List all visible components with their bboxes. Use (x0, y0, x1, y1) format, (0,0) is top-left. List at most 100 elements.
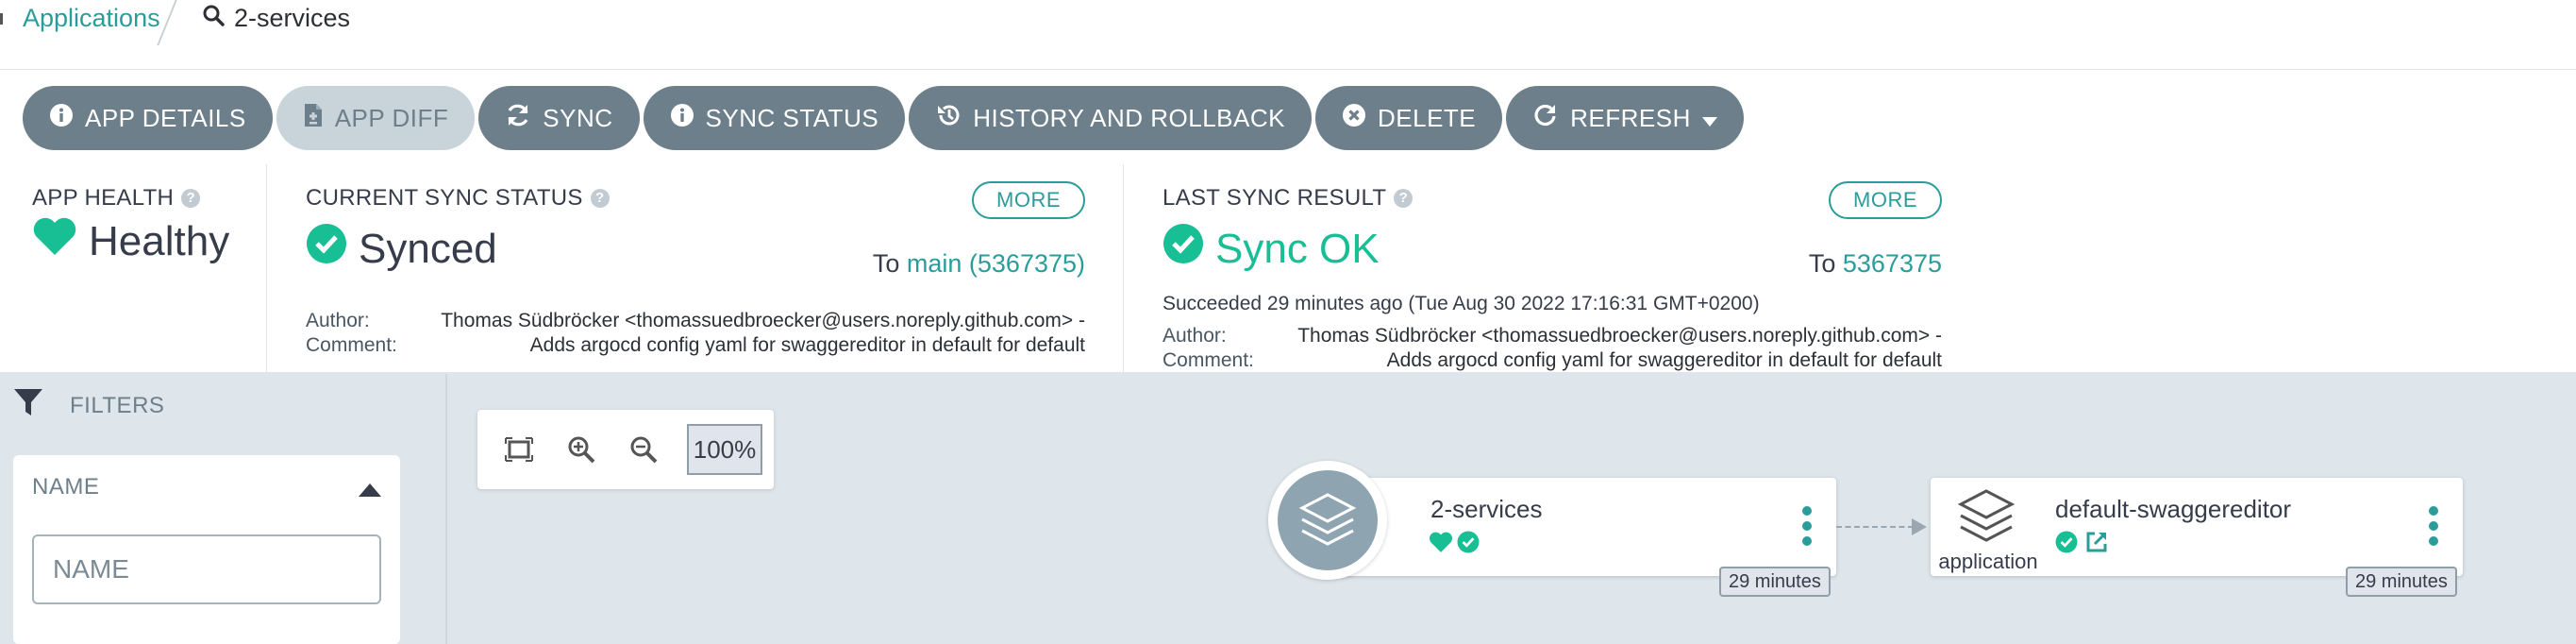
resource-tree-area: FILTERS NAME 100% 2-services 29 (0, 374, 2576, 644)
current-sync-comment: Adds argocd config yaml for swaggeredito… (529, 334, 1085, 356)
refresh-icon (1532, 102, 1559, 135)
external-link-icon[interactable] (2085, 531, 2108, 558)
fit-icon[interactable] (500, 431, 538, 468)
current-sync-target: To main (5367375) (873, 249, 1085, 279)
breadcrumb-applications-link[interactable]: Applications (23, 4, 160, 33)
to-label: To (1808, 249, 1836, 278)
comment-label: Comment: (306, 334, 397, 356)
help-icon[interactable]: ? (181, 189, 201, 208)
last-sync-author-row: Author: Thomas Südbröcker <thomassuedbro… (1163, 325, 1942, 347)
divider (266, 164, 267, 374)
file-diff-icon (303, 103, 324, 134)
current-sync-section: CURRENT SYNC STATUS ? MORE Synced To mai… (306, 181, 1085, 364)
search-icon (202, 4, 225, 33)
last-sync-comment-row: Comment: Adds argocd config yaml for swa… (1163, 349, 1942, 372)
check-circle-icon (306, 223, 347, 275)
sync-button[interactable]: SYNC (478, 86, 640, 150)
graph-edge-arrow (1912, 518, 1927, 535)
zoom-out-icon[interactable] (625, 431, 662, 468)
child-node-age-badge: 29 minutes (2346, 567, 2457, 597)
current-sync-value: Synced (306, 223, 497, 275)
app-node-menu-icon[interactable] (1802, 506, 1812, 546)
app-health-title: APP HEALTH ? (32, 185, 229, 212)
current-sync-author-row: Author: Thomas Südbröcker <thomassuedbro… (306, 310, 1085, 332)
last-sync-value-text: Sync OK (1215, 225, 1380, 272)
name-filter-title: NAME (32, 474, 100, 500)
last-sync-author: Thomas Südbröcker <thomassuedbroecker@us… (1297, 325, 1942, 347)
history-rollback-button[interactable]: HISTORY AND ROLLBACK (909, 86, 1312, 150)
current-sync-title-text: CURRENT SYNC STATUS (306, 185, 583, 211)
edge-mark (0, 13, 6, 25)
refresh-button[interactable]: REFRESH (1506, 86, 1744, 150)
graph-zoom-controls: 100% (477, 410, 774, 489)
heart-icon (1429, 531, 1453, 558)
filters-pane: FILTERS NAME (0, 374, 447, 644)
app-diff-label: APP DIFF (334, 103, 449, 132)
last-sync-comment: Adds argocd config yaml for swaggeredito… (1386, 349, 1942, 371)
delete-button[interactable]: DELETE (1314, 86, 1503, 150)
help-icon[interactable]: ? (590, 189, 610, 208)
heart-icon (32, 215, 77, 267)
filters-header[interactable]: FILTERS (13, 387, 164, 424)
child-node-name: default-swaggereditor (2055, 495, 2292, 523)
last-sync-title: LAST SYNC RESULT ? (1163, 185, 1942, 212)
history-rollback-label: HISTORY AND ROLLBACK (973, 103, 1285, 132)
zoom-in-icon[interactable] (562, 431, 600, 468)
app-node[interactable]: 2-services (1321, 478, 1836, 576)
to-label: To (872, 249, 900, 278)
current-sync-title: CURRENT SYNC STATUS ? (306, 185, 1085, 212)
app-details-button[interactable]: APP DETAILS (23, 86, 273, 150)
app-node-icon-circle (1268, 461, 1387, 580)
divider (1123, 164, 1124, 374)
app-health-title-text: APP HEALTH (32, 185, 175, 211)
app-health-value: Healthy (32, 215, 229, 267)
current-sync-more-button[interactable]: MORE (972, 181, 1085, 219)
last-sync-more-button[interactable]: MORE (1829, 181, 1942, 219)
comment-label: Comment: (1163, 349, 1254, 371)
last-sync-revision-link[interactable]: 5367375 (1843, 249, 1942, 278)
child-node-status (2055, 531, 2108, 558)
check-circle-icon (1457, 531, 1480, 558)
status-panel: APP HEALTH ? Healthy CURRENT SYNC STATUS… (0, 164, 2576, 374)
sync-status-button[interactable]: SYNC STATUS (643, 86, 906, 150)
help-icon[interactable]: ? (1394, 189, 1413, 208)
history-icon (935, 102, 962, 135)
app-diff-button[interactable]: APP DIFF (276, 86, 476, 150)
filters-title: FILTERS (70, 392, 165, 418)
info-icon (670, 103, 694, 134)
app-health-section: APP HEALTH ? Healthy (32, 185, 229, 267)
last-sync-target: To 5367375 (1809, 249, 1942, 279)
layers-icon (1957, 489, 2016, 549)
last-sync-succeeded: Succeeded 29 minutes ago (Tue Aug 30 202… (1163, 293, 1760, 314)
delete-icon (1342, 103, 1366, 134)
author-label: Author: (306, 310, 370, 331)
delete-label: DELETE (1377, 103, 1477, 132)
name-filter-input[interactable] (32, 534, 381, 604)
last-sync-section: LAST SYNC RESULT ? MORE Sync OK To 53673… (1163, 181, 1942, 371)
refresh-label: REFRESH (1570, 103, 1691, 132)
check-circle-icon (1163, 223, 1204, 275)
current-sync-comment-row: Comment: Adds argocd config yaml for swa… (306, 334, 1085, 357)
sync-label: SYNC (543, 103, 613, 132)
breadcrumb-current-label: 2-services (234, 4, 351, 32)
child-node-menu-icon[interactable] (2429, 506, 2438, 546)
sync-status-label: SYNC STATUS (705, 103, 879, 132)
current-sync-value-text: Synced (359, 225, 497, 272)
caret-up-icon[interactable] (359, 483, 381, 497)
child-node[interactable]: application default-swaggereditor (1931, 478, 2463, 576)
sync-icon (505, 102, 531, 135)
check-circle-icon (2055, 531, 2078, 558)
last-sync-value: Sync OK (1163, 223, 1380, 275)
app-details-label: APP DETAILS (85, 103, 246, 132)
child-node-kind: application (1938, 550, 2038, 573)
last-sync-title-text: LAST SYNC RESULT (1163, 185, 1387, 211)
current-sync-revision-link[interactable]: main (5367375) (907, 249, 1085, 278)
app-health-value-text: Healthy (89, 217, 230, 264)
filter-icon (13, 387, 43, 424)
breadcrumb-current: 2-services (202, 4, 350, 33)
app-node-age-badge: 29 minutes (1719, 567, 1831, 597)
layers-icon (1278, 470, 1378, 570)
current-sync-author: Thomas Südbröcker <thomassuedbroecker@us… (441, 310, 1085, 331)
graph-edge (1836, 526, 1914, 528)
toolbar: APP DETAILS APP DIFF SYNC SYNC STATUS HI… (23, 86, 1744, 150)
